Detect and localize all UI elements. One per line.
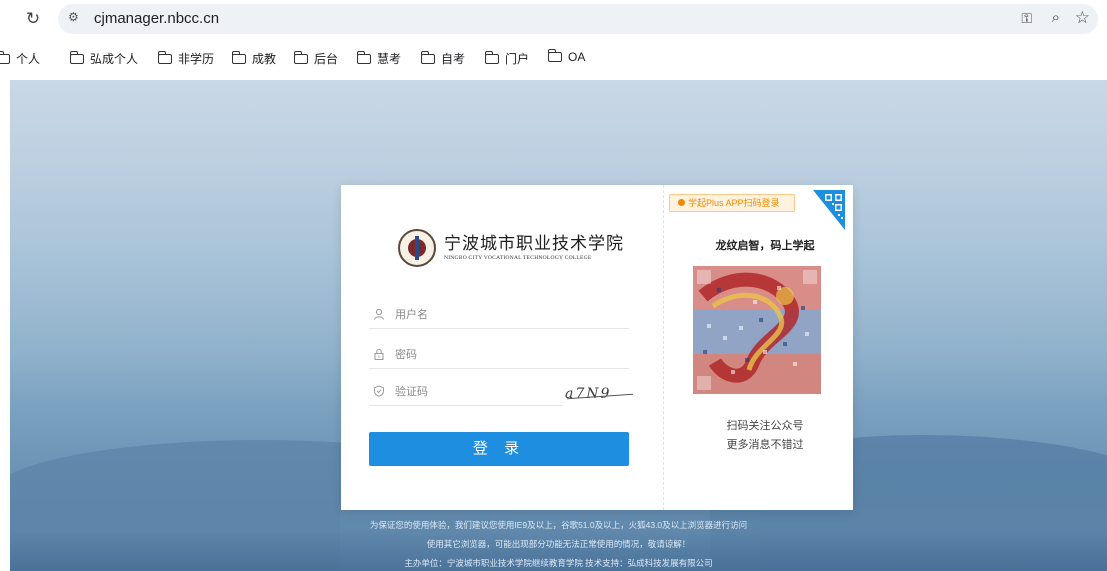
bookmark-item[interactable]: 非学历 — [157, 50, 215, 68]
card-divider — [663, 185, 664, 510]
bookmark-label: 成教 — [252, 52, 277, 66]
bookmark-item[interactable]: 个人 — [0, 50, 40, 68]
tune-icon[interactable]: ⚙ — [68, 10, 79, 24]
dragon-qr-code — [693, 266, 821, 394]
browser-toolbar: ↻ ⚙ cjmanager.nbcc.cn ⚿ ⌕ ☆ — [0, 0, 1107, 38]
app-scan-login-tag[interactable]: 学起Plus APP扫码登录 — [669, 194, 795, 212]
login-card: 宁波城市职业技术学院 NINGBO CITY VOCATIONAL TECHNO… — [341, 185, 853, 510]
footer-sponsor: 主办单位：宁波城市职业技术学院继续教育学院 技术支持：弘成科技发展有限公司 — [404, 558, 713, 568]
bookmark-label: 后台 — [314, 52, 339, 66]
bookmark-item[interactable]: 门户 — [484, 50, 530, 68]
app-scan-login-label: 学起Plus APP扫码登录 — [688, 198, 780, 208]
footer-browser-notice: 为保证您的使用体验，我们建议您使用IE9及以上，谷歌51.0及以上，火狐43.0… — [369, 520, 748, 530]
footer-compat-notice: 使用其它浏览器，可能出现部分功能无法正常使用的情况，敬请谅解！ — [426, 539, 691, 549]
password-input[interactable] — [395, 347, 615, 363]
password-field — [369, 345, 629, 369]
qr-caption-line1: 扫码关注公众号 — [726, 420, 804, 432]
bookmark-item[interactable]: 成教 — [231, 50, 277, 68]
bookmark-item[interactable]: 自考 — [420, 50, 466, 68]
address-bar[interactable]: ⚙ cjmanager.nbcc.cn ⚿ ⌕ ☆ — [58, 4, 1098, 34]
folder-icon — [293, 51, 308, 64]
folder-icon — [231, 51, 246, 64]
user-icon — [373, 308, 385, 320]
bookmark-item[interactable]: OA — [547, 49, 586, 68]
school-name-en: NINGBO CITY VOCATIONAL TECHNOLOGY COLLEG… — [444, 255, 592, 261]
folder-icon — [69, 51, 84, 64]
folder-icon — [547, 49, 562, 62]
bookmark-item[interactable]: 慧考 — [356, 50, 402, 68]
qr-slogan: 龙纹启智，码上学起 — [715, 240, 815, 252]
url-text[interactable]: cjmanager.nbcc.cn — [94, 10, 219, 27]
bookmark-label: 个人 — [16, 52, 41, 66]
bookmark-item[interactable]: 弘成个人 — [69, 50, 139, 68]
shield-icon — [373, 385, 385, 397]
username-field — [369, 305, 629, 329]
folder-icon — [0, 51, 10, 64]
captcha-image[interactable]: a7N9 — [565, 383, 635, 405]
folder-icon — [157, 51, 172, 64]
page-viewport: 宁波城市职业技术学院 NINGBO CITY VOCATIONAL TECHNO… — [10, 80, 1107, 571]
lock-icon — [373, 348, 385, 360]
folder-icon — [420, 51, 435, 64]
shield-badge-icon — [678, 199, 685, 206]
key-icon[interactable]: ⚿ — [1021, 10, 1032, 27]
zoom-icon[interactable]: ⌕ — [1052, 9, 1060, 26]
bookmark-label: OA — [568, 50, 586, 64]
school-emblem-icon — [398, 229, 436, 267]
folder-icon — [484, 51, 499, 64]
qr-caption-line2: 更多消息不错过 — [726, 439, 804, 451]
star-icon[interactable]: ☆ — [1075, 8, 1090, 28]
username-input[interactable] — [395, 307, 615, 323]
bookmark-label: 非学历 — [178, 52, 215, 66]
bookmark-label: 自考 — [441, 52, 466, 66]
bookmark-label: 门户 — [505, 52, 530, 66]
school-logo: 宁波城市职业技术学院 NINGBO CITY VOCATIONAL TECHNO… — [398, 229, 638, 267]
school-name: 宁波城市职业技术学院 — [444, 234, 624, 254]
bookmark-label: 慧考 — [377, 52, 402, 66]
login-button[interactable]: 登 录 — [369, 432, 629, 466]
qr-login-toggle-icon[interactable] — [813, 190, 845, 230]
folder-icon — [356, 51, 371, 64]
captcha-field — [369, 382, 615, 406]
bookmark-item[interactable]: 后台 — [293, 50, 339, 68]
reload-icon[interactable]: ↻ — [22, 8, 44, 30]
bookmark-label: 弘成个人 — [90, 52, 139, 66]
bookmarks-bar: 个人 弘成个人 非学历 成教 后台 慧考 自考 门户 OA — [0, 45, 1107, 73]
